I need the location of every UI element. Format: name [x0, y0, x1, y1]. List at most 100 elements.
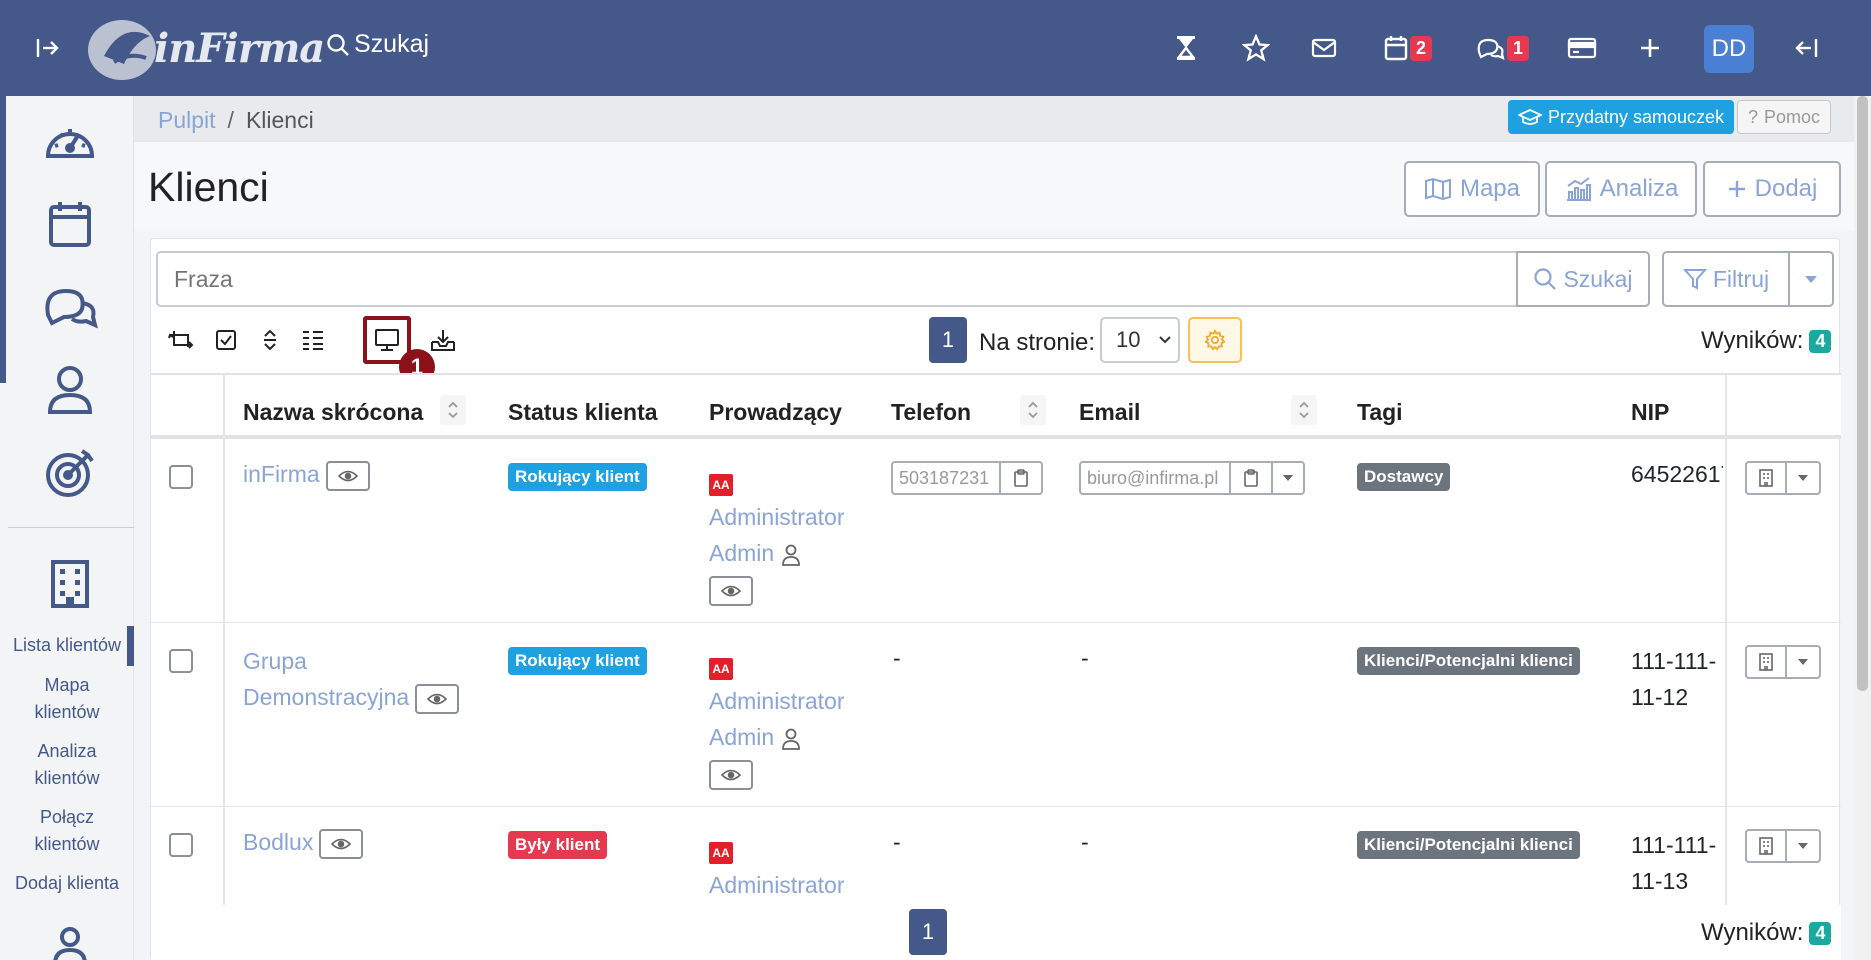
- column-header-email[interactable]: Email: [1079, 399, 1140, 426]
- scrollbar-thumb[interactable]: [1857, 96, 1868, 691]
- client-details-button[interactable]: [1745, 829, 1787, 863]
- caret-down-icon: [1805, 276, 1817, 283]
- owner-preview-eye-button[interactable]: [709, 575, 753, 606]
- sidebar-item-merge-clients[interactable]: Połącz klientów: [0, 804, 134, 858]
- owner-cell: AA Administrator Admin: [709, 647, 844, 791]
- crop-icon[interactable]: [159, 319, 203, 361]
- per-page-select[interactable]: 10: [1100, 317, 1180, 363]
- breadcrumb-home-link[interactable]: Pulpit: [158, 107, 216, 133]
- sidebar-item-client-list[interactable]: Lista klientów: [0, 626, 134, 666]
- calendar-notifications[interactable]: 2: [1380, 30, 1436, 66]
- owner-name-line2[interactable]: Admin: [709, 540, 774, 566]
- caret-down-icon: [1798, 843, 1808, 849]
- help-button[interactable]: ? Pomoc: [1737, 100, 1832, 134]
- table-row: Grupa Demonstracyjna Rokujący klient AA …: [151, 623, 1841, 807]
- global-search-button[interactable]: Szukaj: [326, 30, 429, 59]
- mail-icon[interactable]: [1304, 30, 1344, 66]
- client-name-cell: Grupa Demonstracyjna: [243, 643, 460, 715]
- row-checkbox[interactable]: [169, 465, 193, 489]
- client-name-link-line1[interactable]: Grupa: [243, 648, 307, 674]
- table-footer: 1 Wyników: 4: [151, 905, 1841, 960]
- client-details-button[interactable]: [1745, 645, 1787, 679]
- copy-email-button[interactable]: [1231, 461, 1273, 495]
- breadcrumb: Pulpit / Klienci: [158, 107, 314, 134]
- sidebar-item-client-map[interactable]: Mapa klientów: [0, 672, 134, 726]
- analysis-button[interactable]: Analiza: [1545, 161, 1697, 217]
- owner-name-line1[interactable]: Administrator: [709, 688, 844, 714]
- pagination-page-1[interactable]: 1: [929, 317, 967, 363]
- logout-icon[interactable]: [1786, 30, 1826, 66]
- sort-name-icon[interactable]: [440, 395, 466, 425]
- user-icon[interactable]: [40, 360, 100, 420]
- plus-icon[interactable]: [1630, 30, 1670, 66]
- star-icon[interactable]: [1236, 30, 1276, 66]
- row-checkbox[interactable]: [169, 833, 193, 857]
- preview-eye-button[interactable]: [325, 461, 370, 491]
- filter-icon: [1682, 269, 1707, 290]
- dashboard-icon[interactable]: [40, 111, 100, 171]
- phone-field: 503187231: [891, 461, 1043, 495]
- client-name-link[interactable]: inFirma: [243, 461, 320, 487]
- map-button[interactable]: Mapa: [1404, 161, 1540, 217]
- checkbox-select-icon[interactable]: [204, 319, 248, 361]
- page-scrollbar[interactable]: [1854, 96, 1871, 960]
- copy-phone-button[interactable]: [1001, 461, 1043, 495]
- chat-notifications[interactable]: 1: [1472, 30, 1532, 66]
- user-avatar[interactable]: DD: [1704, 25, 1754, 73]
- status-badge: Rokujący klient: [508, 647, 647, 675]
- sidebar-item-client-analysis[interactable]: Analiza klientów: [0, 738, 134, 792]
- phone-value: -: [893, 829, 901, 855]
- credit-card-icon[interactable]: [1562, 30, 1602, 66]
- filter-dropdown-button[interactable]: [1788, 251, 1834, 307]
- preview-eye-button[interactable]: [415, 683, 460, 714]
- column-header-status[interactable]: Status klienta: [508, 399, 658, 426]
- client-details-button[interactable]: [1745, 461, 1787, 495]
- chat-icon[interactable]: [40, 277, 100, 337]
- row-actions-dropdown[interactable]: [1787, 829, 1821, 863]
- owner-name-line1[interactable]: Administrator: [709, 504, 844, 530]
- client-name-link-line2[interactable]: Demonstracyjna: [243, 684, 409, 710]
- owner-name-line2[interactable]: Admin: [709, 724, 774, 750]
- help-label: Pomoc: [1764, 106, 1821, 127]
- row-checkbox[interactable]: [169, 649, 193, 673]
- phrase-search-input[interactable]: [156, 251, 1518, 307]
- top-navbar: inFirma Szukaj 2 1 DD: [0, 0, 1871, 96]
- add-button[interactable]: Dodaj: [1703, 161, 1841, 217]
- sort-email-icon[interactable]: [1291, 395, 1317, 425]
- caret-down-icon: [1283, 475, 1293, 481]
- hourglass-icon[interactable]: [1166, 30, 1206, 66]
- preview-eye-button[interactable]: [319, 829, 364, 859]
- column-header-tags[interactable]: Tagi: [1357, 399, 1403, 426]
- plus-icon: [1728, 181, 1745, 197]
- client-name-link[interactable]: Bodlux: [243, 829, 313, 855]
- sort-icon[interactable]: [248, 319, 292, 361]
- email-value[interactable]: biuro@infirma.pl: [1079, 461, 1231, 495]
- tutorial-button[interactable]: Przydatny samouczek: [1508, 100, 1735, 134]
- owner-preview-eye-button[interactable]: [709, 759, 753, 790]
- row-actions-dropdown[interactable]: [1787, 461, 1821, 495]
- user-icon[interactable]: [40, 926, 100, 960]
- calendar-icon[interactable]: [40, 194, 100, 254]
- building-icon[interactable]: [40, 554, 100, 614]
- phone-value[interactable]: 503187231: [891, 461, 1001, 495]
- row-actions-dropdown[interactable]: [1787, 645, 1821, 679]
- analysis-label: Analiza: [1599, 175, 1679, 202]
- settings-button[interactable]: [1188, 317, 1242, 363]
- search-icon: [327, 33, 349, 56]
- expand-sidebar-icon[interactable]: [30, 30, 66, 66]
- column-header-name[interactable]: Nazwa skrócona: [243, 399, 423, 426]
- sort-phone-icon[interactable]: [1020, 395, 1046, 425]
- search-button[interactable]: Szukaj: [1516, 251, 1650, 307]
- filter-button[interactable]: Filtruj: [1662, 251, 1790, 307]
- sidebar-item-add-client[interactable]: Dodaj klienta: [0, 870, 134, 897]
- owner-cell: AA Administrator: [709, 831, 844, 903]
- target-icon[interactable]: [40, 443, 100, 503]
- column-header-nip[interactable]: NIP: [1631, 399, 1669, 426]
- email-dropdown-button[interactable]: [1273, 461, 1305, 495]
- app-logo[interactable]: inFirma: [84, 12, 325, 84]
- column-header-phone[interactable]: Telefon: [891, 399, 971, 426]
- owner-name-line1[interactable]: Administrator: [709, 872, 844, 898]
- list-view-icon[interactable]: [291, 319, 335, 361]
- pagination-page-1-bottom[interactable]: 1: [909, 909, 947, 955]
- column-header-owner[interactable]: Prowadzący: [709, 399, 842, 426]
